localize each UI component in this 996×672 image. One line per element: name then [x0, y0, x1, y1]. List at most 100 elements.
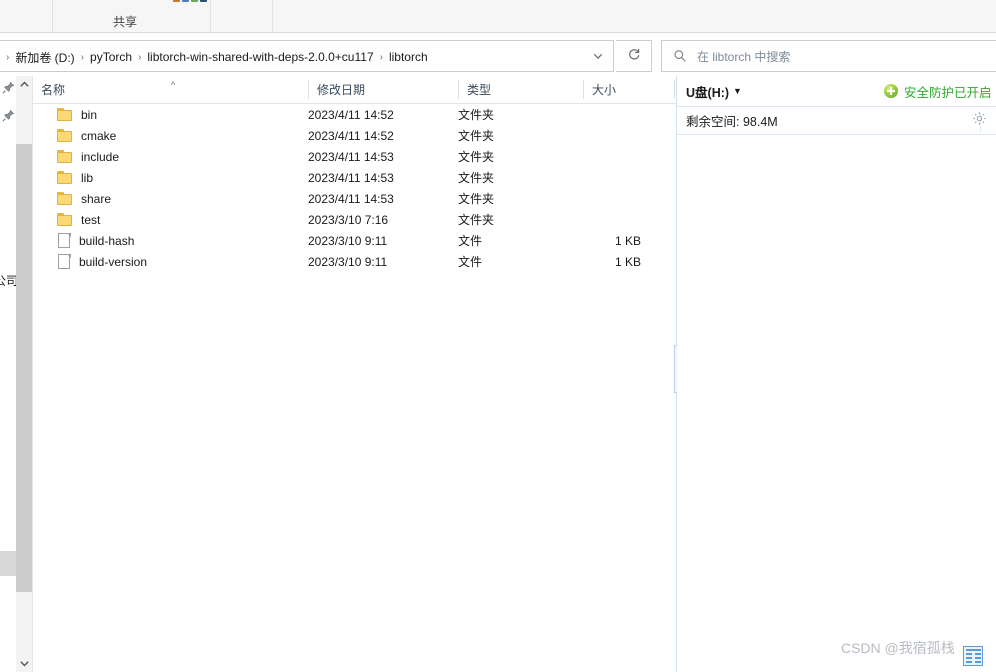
- breadcrumb-leading-separator: ›: [6, 51, 10, 63]
- table-row[interactable]: test 2023/3/10 7:16 文件夹: [33, 209, 676, 230]
- pin-icon[interactable]: [2, 109, 15, 122]
- folder-icon: [57, 149, 73, 164]
- file-type: 文件: [458, 234, 483, 248]
- column-header-size[interactable]: 大小: [584, 76, 674, 103]
- file-name-label: test: [81, 212, 101, 227]
- breadcrumb-separator-2[interactable]: ›: [136, 52, 143, 63]
- navigation-scrollbar[interactable]: [16, 76, 33, 672]
- usb-protection-status[interactable]: 安全防护已开启: [884, 82, 992, 101]
- crumb-pytorch[interactable]: pyTorch: [86, 47, 136, 67]
- folder-icon: [57, 107, 73, 122]
- crumb-libtorch-win-shared[interactable]: libtorch-win-shared-with-deps-2.0.0+cu11…: [143, 47, 377, 67]
- file-type: 文件: [458, 255, 483, 269]
- file-name-cell[interactable]: build-hash: [33, 232, 135, 249]
- ribbon-divider-2: [210, 0, 211, 32]
- ribbon-mini-icon-3: [191, 0, 198, 2]
- usb-drive-panel: U盘(H:) ▼ 安全防护已开启 剩余空间: 98.4M: [677, 76, 996, 672]
- clipped-sidebar-chip: [0, 551, 16, 576]
- file-name-cell[interactable]: test: [33, 212, 101, 227]
- refresh-button[interactable]: [616, 40, 652, 72]
- file-name-cell[interactable]: lib: [33, 170, 93, 185]
- file-name-cell[interactable]: build-version: [33, 253, 147, 270]
- scroll-up-arrow-icon[interactable]: [16, 76, 32, 93]
- usb-settings-button[interactable]: [966, 108, 992, 134]
- file-type: 文件夹: [458, 129, 495, 143]
- file-list-rows: bin 2023/4/11 14:52 文件夹 cmake 2023/4/11 14:5…: [33, 104, 676, 272]
- usb-drive-header-row: U盘(H:) ▼ 安全防护已开启: [677, 76, 996, 107]
- file-date-modified: 2023/4/11 14:53: [308, 191, 394, 206]
- folder-icon: [57, 191, 73, 206]
- left-gutter: 公司: [0, 76, 18, 672]
- ribbon-mini-icon-2: [182, 0, 189, 2]
- folder-icon: [57, 128, 73, 143]
- file-type: 文件夹: [458, 192, 495, 206]
- file-date-modified: 2023/3/10 7:16: [308, 212, 389, 227]
- file-name-cell[interactable]: include: [33, 149, 119, 164]
- table-row[interactable]: share 2023/4/11 14:53 文件夹: [33, 188, 676, 209]
- table-row[interactable]: build-version 2023/3/10 9:11 文件 1 KB: [33, 251, 676, 272]
- usb-panel-body: [677, 135, 996, 672]
- ribbon-tab-share[interactable]: 共享: [113, 13, 137, 30]
- sort-ascending-icon: ^: [171, 80, 176, 90]
- table-row[interactable]: bin 2023/4/11 14:52 文件夹: [33, 104, 676, 125]
- file-type: 文件夹: [458, 108, 495, 122]
- ribbon-strip: 共享: [0, 0, 996, 33]
- file-type: 文件夹: [458, 150, 495, 164]
- ribbon-divider-3: [272, 0, 273, 32]
- column-header-date-modified[interactable]: 修改日期: [309, 76, 458, 103]
- usb-drive-dropdown-icon[interactable]: ▼: [733, 86, 742, 96]
- ribbon-divider-1: [52, 0, 53, 32]
- scroll-down-arrow-icon[interactable]: [16, 655, 32, 672]
- csdn-watermark: CSDN @我宿孤栈: [841, 640, 955, 656]
- usb-free-space-row: 剩余空间: 98.4M: [677, 107, 996, 135]
- file-date-modified: 2023/4/11 14:53: [308, 149, 394, 164]
- file-name-label: build-hash: [79, 233, 135, 248]
- table-row[interactable]: include 2023/4/11 14:53 文件夹: [33, 146, 676, 167]
- file-size: 1 KB: [614, 233, 641, 248]
- usb-free-space-label: 剩余空间: 98.4M: [686, 115, 778, 129]
- file-date-modified: 2023/4/11 14:53: [308, 170, 394, 185]
- file-date-modified: 2023/3/10 9:11: [308, 233, 388, 248]
- file-list-column-headers: 名称 ^ 修改日期 类型 大小: [33, 76, 676, 104]
- breadcrumb-separator-1[interactable]: ›: [79, 52, 86, 63]
- gear-icon: [972, 111, 987, 131]
- file-date-modified: 2023/3/10 9:11: [308, 254, 388, 269]
- scrollbar-thumb[interactable]: [16, 144, 32, 592]
- usb-drive-label[interactable]: U盘(H:): [686, 82, 729, 101]
- ribbon-mini-icon-1: [173, 0, 180, 2]
- search-placeholder: 在 libtorch 中搜索: [697, 49, 791, 64]
- pin-icon[interactable]: [2, 81, 15, 94]
- file-date-modified: 2023/4/11 14:52: [308, 128, 394, 143]
- chevron-down-icon[interactable]: [585, 41, 611, 71]
- crumb-new-volume-d[interactable]: 新加卷 (D:): [11, 46, 78, 69]
- address-bar-row: › 新加卷 (D:) › pyTorch › libtorch-win-shar…: [0, 40, 996, 72]
- file-name-cell[interactable]: cmake: [33, 128, 116, 143]
- search-input[interactable]: 在 libtorch 中搜索: [661, 40, 996, 72]
- ribbon-mini-icon-group: [173, 0, 209, 3]
- file-name-label: bin: [81, 107, 98, 122]
- file-type: 文件夹: [458, 171, 495, 185]
- file-date-modified: 2023/4/11 14:52: [308, 107, 394, 122]
- address-bar[interactable]: › 新加卷 (D:) › pyTorch › libtorch-win-shar…: [0, 40, 614, 72]
- usb-protection-label: 安全防护已开启: [904, 85, 992, 100]
- table-row[interactable]: build-hash 2023/3/10 9:11 文件 1 KB: [33, 230, 676, 251]
- table-row[interactable]: lib 2023/4/11 14:53 文件夹: [33, 167, 676, 188]
- folder-icon: [57, 212, 73, 227]
- file-list-pane: 名称 ^ 修改日期 类型 大小 bin 2023/4/11 14:52 文件夹 cma…: [33, 76, 676, 672]
- file-name-cell[interactable]: share: [33, 191, 111, 206]
- refresh-icon: [627, 47, 641, 66]
- table-row[interactable]: cmake 2023/4/11 14:52 文件夹: [33, 125, 676, 146]
- breadcrumb-separator-3[interactable]: ›: [378, 52, 385, 63]
- column-header-type[interactable]: 类型: [459, 76, 583, 103]
- green-plus-shield-icon: [884, 84, 898, 98]
- crumb-libtorch[interactable]: libtorch: [385, 47, 432, 67]
- column-separator-4[interactable]: [674, 80, 675, 99]
- file-icon: [58, 253, 71, 270]
- file-explorer-window: 共享 › 新加卷 (D:) › pyTorch › libtorch-win-s…: [0, 0, 996, 672]
- file-size: 1 KB: [614, 254, 641, 269]
- file-type: 文件夹: [458, 213, 495, 227]
- file-name-cell[interactable]: bin: [33, 107, 98, 122]
- breadcrumb: › 新加卷 (D:) › pyTorch › libtorch-win-shar…: [4, 41, 432, 73]
- blue-window-icon: [963, 646, 983, 666]
- ribbon-mini-icon-4: [200, 0, 207, 2]
